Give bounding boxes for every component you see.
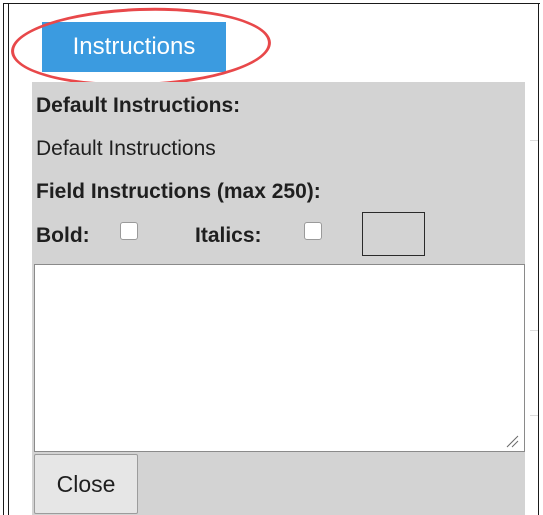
default-instructions-value: Default Instructions bbox=[36, 137, 216, 160]
field-instructions-label: Field Instructions (max 250): bbox=[36, 180, 321, 203]
italics-checkbox[interactable] bbox=[304, 222, 322, 240]
bold-label: Bold: bbox=[36, 224, 90, 247]
italics-label: Italics: bbox=[195, 224, 262, 247]
background-row-divider bbox=[530, 140, 538, 141]
instructions-tab-button[interactable]: Instructions bbox=[42, 22, 226, 72]
color-swatch-button[interactable] bbox=[362, 212, 425, 256]
background-row-divider bbox=[530, 415, 538, 416]
dialog-frame: Instructions Default Instructions: Defau… bbox=[0, 0, 543, 515]
background-row-divider bbox=[530, 330, 538, 331]
frame-border-left-inner bbox=[8, 3, 9, 515]
bold-checkbox[interactable] bbox=[120, 222, 138, 240]
field-instructions-textarea[interactable] bbox=[34, 264, 525, 452]
frame-border-top bbox=[3, 3, 540, 4]
default-instructions-label: Default Instructions: bbox=[36, 94, 241, 117]
instructions-panel: Default Instructions: Default Instructio… bbox=[32, 82, 525, 515]
frame-border-left bbox=[3, 3, 4, 515]
close-button[interactable]: Close bbox=[34, 454, 138, 514]
frame-border-right bbox=[538, 3, 539, 515]
